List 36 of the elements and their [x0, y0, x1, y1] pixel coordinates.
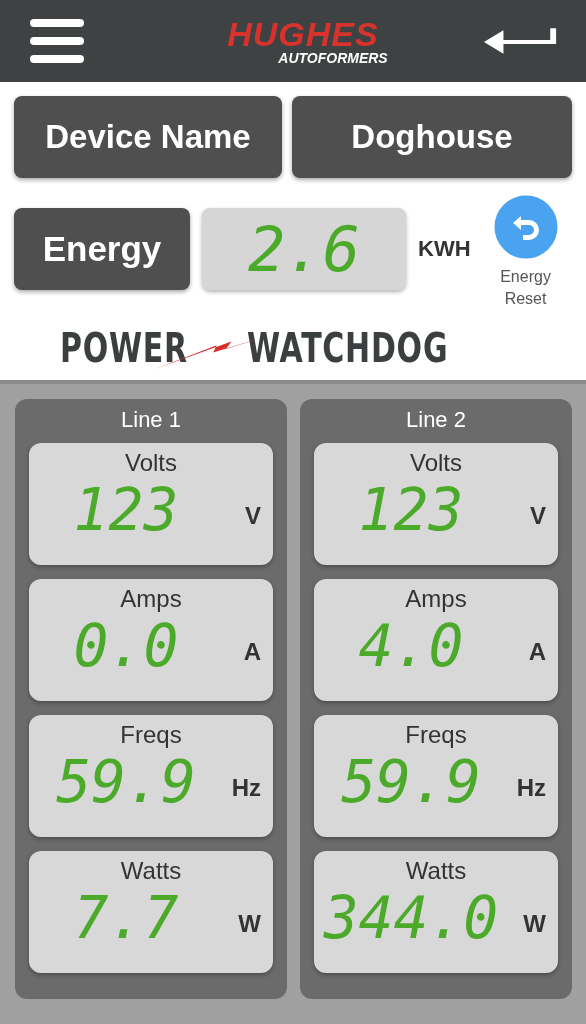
reading-label: Watts: [120, 857, 182, 885]
reading-value: 123: [357, 477, 465, 544]
line-title: Line 1: [120, 409, 182, 431]
brand-logo-text: HUGHES: [227, 17, 379, 51]
reading-unit: A: [527, 637, 546, 666]
reading-value: 344.0: [322, 885, 500, 952]
brand-subtitle: AUTOFORMERS: [278, 51, 388, 65]
reading-label: Amps: [120, 585, 182, 613]
reading-label: Freqs: [405, 721, 467, 749]
product-logo-text: POWER: [60, 324, 188, 371]
reading-value: 7.7: [72, 885, 180, 952]
energy-unit: KWH: [418, 236, 471, 263]
device-name-button[interactable]: Doghouse: [292, 96, 572, 178]
reading-unit: W: [237, 909, 261, 938]
reading-value: 59.9: [55, 749, 197, 816]
device-name-label: Device Name: [14, 96, 282, 178]
reading-unit: V: [244, 501, 261, 530]
reading-label: Volts: [410, 449, 462, 477]
energy-reset-label: Energy Reset: [499, 267, 552, 310]
product-logo-text: WATCHDOG: [246, 324, 448, 371]
reading-label: Freqs: [120, 721, 182, 749]
reading-value: 123: [72, 477, 180, 544]
reading-unit: A: [242, 637, 261, 666]
reading-unit: Hz: [231, 773, 261, 802]
reading-label: Watts: [405, 857, 467, 885]
reading-label: Amps: [405, 585, 467, 613]
reading-value: 59.9: [340, 749, 482, 816]
energy-label: Energy: [14, 208, 190, 291]
energy-display: 2.6: [202, 208, 406, 291]
reading-unit: Hz: [516, 773, 546, 802]
reading-value: 4.0: [357, 613, 465, 680]
line-title: Line 2: [405, 409, 467, 431]
reading-value: 0.0: [72, 613, 180, 680]
reading-unit: W: [522, 909, 546, 938]
reading-unit: V: [529, 501, 546, 530]
reading-label: Volts: [125, 449, 177, 477]
